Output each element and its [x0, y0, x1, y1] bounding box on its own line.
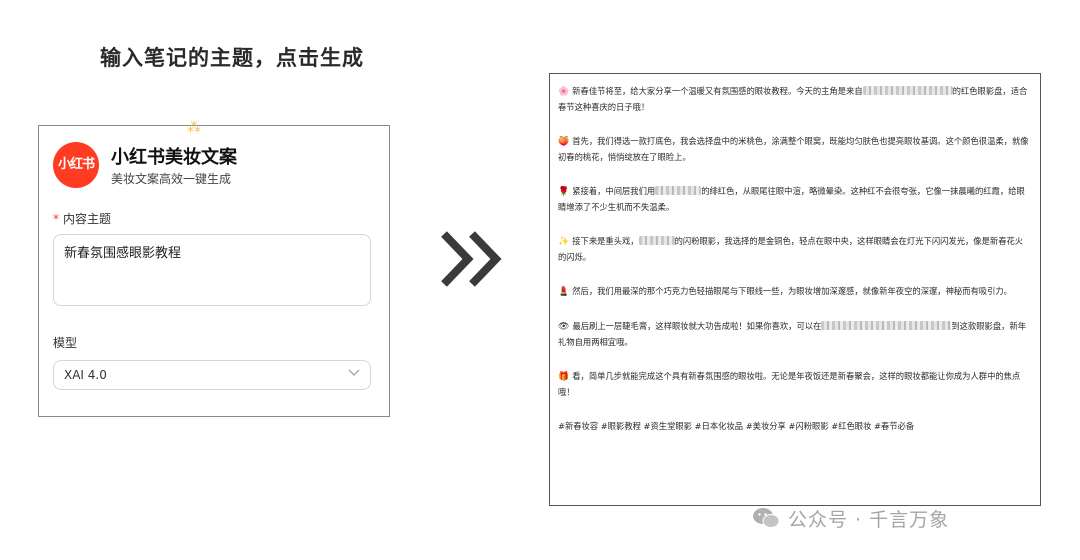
redacted-brand [638, 236, 675, 245]
sparkle-icon: ⁂ [187, 120, 201, 136]
copy-paragraph-2: 🍑 首先，我们得选一款打底色，我会选择盘中的米桃色，涂满整个眼窝，既能均匀肤色也提… [558, 134, 1030, 165]
chevron-down-icon [348, 369, 360, 376]
copy-paragraph-3: 🌹 紧接着，中间层我们用 的绯红色，从眼尾往眼中渲，略微晕染。这种红不会很夸张，它像… [558, 184, 1030, 215]
paragraph-text: 新春佳节将至，给大家分享一个温暖又有氛围感的眼妆教程。今天的主角是来自 [572, 86, 863, 96]
watermark-text: 公众号 · 千言万象 [788, 508, 950, 531]
required-mark: * [53, 212, 59, 226]
gift-icon: 🎁 [558, 372, 570, 382]
topic-textarea[interactable]: 新春氛围感眼影教程 [53, 234, 371, 306]
wechat-icon [753, 508, 780, 528]
paragraph-text: 看，简单几步就能完成这个具有新春氛围感的眼妆啦。无论是年夜饭还是新春聚会，这样的… [558, 371, 1021, 397]
app-subtitle: 美妆文案高效一键生成 [111, 172, 232, 186]
flower-icon: 🌸 [558, 87, 570, 97]
app-title: 小红书美妆文案 [111, 147, 237, 168]
paragraph-text: 然后，我们用最深的那个巧克力色轻描眼尾与下眼线一些，为眼妆增加深邃感，就像新年夜… [572, 286, 1012, 296]
xiaohongshu-logo: 小红书 [53, 142, 99, 188]
instruction-heading: 输入笔记的主题，点击生成 [100, 46, 364, 70]
paragraph-text: 紧接着，中间层我们用 [572, 186, 656, 196]
copywriting-form-panel: 小红书 ⁂ 小红书美妆文案 美妆文案高效一键生成 * 内容主题 新春氛围感眼影教程… [38, 120, 390, 417]
generated-copy-panel: 🌸 新春佳节将至，给大家分享一个温暖又有氛围感的眼妆教程。今天的主角是来自 的红色眼… [549, 73, 1041, 506]
double-chevron-right-icon [441, 231, 502, 287]
redacted-brand [862, 86, 953, 95]
paragraph-text: 接下来是重头戏， [572, 236, 639, 246]
topic-label-text: 内容主题 [63, 212, 112, 226]
paragraph-text: 最后刷上一层睫毛膏，这样眼妆就大功告成啦！如果你喜欢，可以在 [572, 321, 822, 331]
lipstick-icon: 💄 [558, 287, 570, 297]
sparkle-icon: ✨ [558, 237, 570, 247]
copy-paragraph-5: 💄 然后，我们用最深的那个巧克力色轻描眼尾与下眼线一些，为眼妆增加深邃感，就像新年… [558, 284, 1030, 300]
copy-paragraph-6: 👁 最后刷上一层睫毛膏，这样眼妆就大功告成啦！如果你喜欢，可以在 到这款眼影盘，新年… [558, 319, 1030, 350]
copy-paragraph-1: 🌸 新春佳节将至，给大家分享一个温暖又有氛围感的眼妆教程。今天的主角是来自 的红色眼… [558, 84, 1030, 115]
eye-icon: 👁 [558, 322, 570, 332]
rose-icon: 🌹 [558, 187, 570, 197]
peach-icon: 🍑 [558, 137, 570, 147]
paragraph-text: 首先，我们得选一款打底色，我会选择盘中的米桃色，涂满整个眼窝，既能均匀肤色也提亮… [558, 136, 1029, 162]
model-select-value: XAI 4.0 [64, 368, 107, 382]
model-select[interactable]: XAI 4.0 [53, 360, 371, 390]
model-label: 模型 [53, 336, 78, 350]
hashtag-line: #新春妆容 #眼影教程 #资生堂眼影 #日本化妆品 #美妆分享 #闪粉眼影 #红… [558, 421, 915, 431]
watermark: 公众号 · 千言万象 [752, 505, 949, 531]
topic-label: * 内容主题 [53, 210, 111, 227]
copy-paragraph-4: ✨ 接下来是重头戏， 的闪粉眼影，我选择的是金铜色，轻点在眼中央，这样眼睛会在灯光下… [558, 234, 1030, 265]
redacted-brand [821, 321, 952, 330]
copy-paragraph-7: 🎁 看，简单几步就能完成这个具有新春氛围感的眼妆啦。无论是年夜饭还是新春聚会，这样… [558, 369, 1030, 400]
redacted-brand [655, 186, 702, 195]
